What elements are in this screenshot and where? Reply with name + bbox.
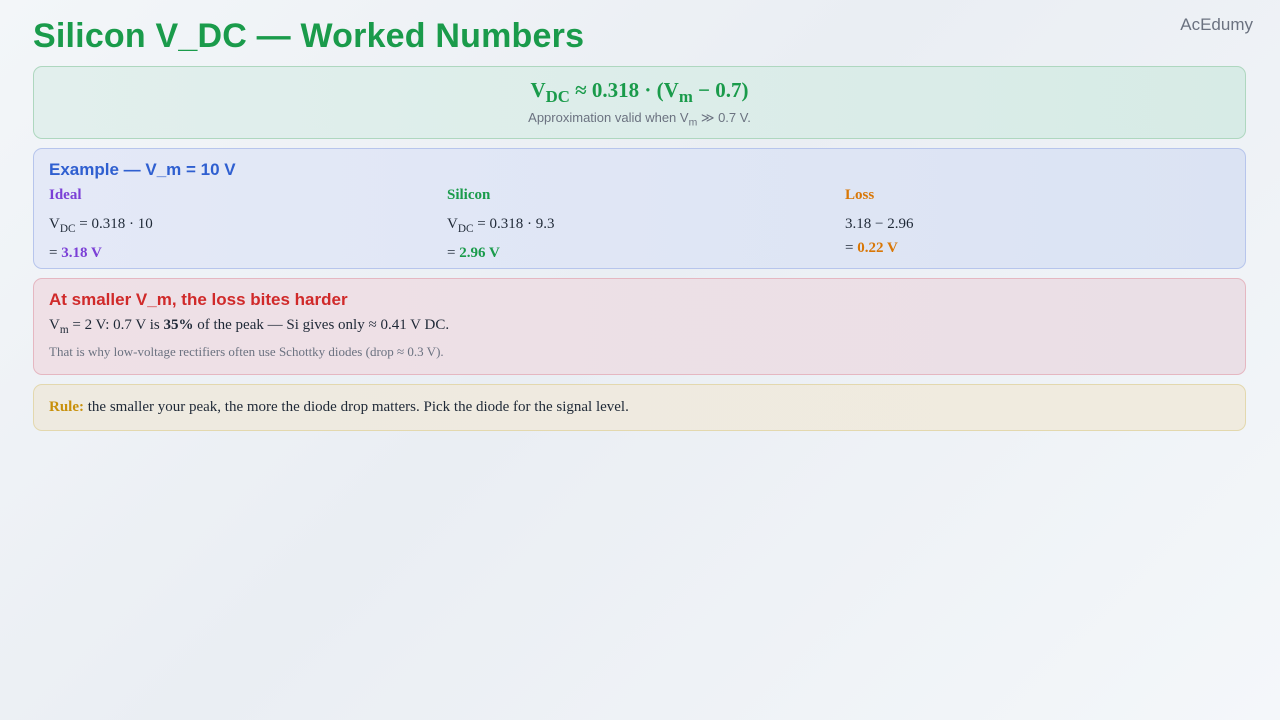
silicon-equation: VDC = 0.318 · 9.3 — [447, 212, 807, 241]
loss-eq-prefix: = — [845, 240, 858, 256]
warning-text-a: = 2 V: 0.7 V is — [68, 317, 164, 333]
ideal-v-sub: DC — [59, 223, 76, 235]
silicon-eq-prefix: = — [447, 245, 460, 261]
silicon-result: 2.96 V — [459, 245, 500, 261]
ideal-v: V — [49, 216, 60, 232]
warning-percent: 35% — [163, 317, 194, 333]
silicon-v-sub: DC — [457, 223, 474, 235]
warning-v-sub: m — [59, 324, 69, 336]
silicon-column: Silicon VDC = 0.318 · 9.3 = 2.96 V — [447, 187, 807, 265]
formula-note-pre: Approximation valid when V — [528, 110, 689, 126]
silicon-expr: = 0.318 · 9.3 — [473, 216, 555, 232]
warning-text: Vm = 2 V: 0.7 V is 35% of the peak — Si … — [49, 317, 449, 336]
formula-note-post: ≫ 0.7 V. — [697, 110, 751, 126]
formula-lhs: V — [530, 78, 546, 102]
formula: VDC ≈ 0.318 · (Vm − 0.7) — [34, 78, 1245, 107]
rule-label: Rule: — [49, 399, 84, 415]
ideal-expr: = 0.318 · 10 — [75, 216, 153, 232]
formula-rhs: − 0.7) — [692, 78, 749, 102]
loss-result-line: = 0.22 V — [845, 236, 1205, 260]
ideal-label: Ideal — [49, 187, 82, 203]
warning-heading: At smaller V_m, the loss bites harder — [49, 290, 348, 309]
ideal-column: Ideal VDC = 0.318 · 10 = 3.18 V — [49, 187, 409, 265]
silicon-v: V — [447, 216, 458, 232]
rule-body: the smaller your peak, the more the diod… — [84, 399, 629, 415]
rule-card: Rule: the smaller your peak, the more th… — [33, 384, 1246, 431]
formula-vm-sub: m — [678, 87, 693, 107]
warning-text-b: of the peak — Si gives only ≈ 0.41 V DC. — [193, 317, 450, 333]
brand-logo: AcEdumy — [1180, 15, 1253, 34]
formula-card: VDC ≈ 0.318 · (Vm − 0.7) Approximation v… — [33, 66, 1246, 139]
loss-column: Loss 3.18 − 2.96 = 0.22 V — [845, 187, 1205, 260]
ideal-eq-prefix: = — [49, 245, 62, 261]
example-heading: Example — V_m = 10 V — [49, 160, 236, 179]
rule-text: Rule: the smaller your peak, the more th… — [49, 399, 629, 416]
formula-lhs-sub: DC — [545, 87, 570, 107]
loss-label: Loss — [845, 187, 875, 203]
silicon-result-line: = 2.96 V — [447, 241, 807, 265]
page-title: Silicon V_DC — Worked Numbers — [33, 17, 585, 55]
ideal-result-line: = 3.18 V — [49, 241, 409, 265]
warning-v: V — [49, 317, 60, 333]
formula-note-sub: m — [688, 117, 698, 129]
example-card: Example — V_m = 10 V Ideal VDC = 0.318 ·… — [33, 148, 1246, 269]
loss-equation: 3.18 − 2.96 — [845, 216, 914, 232]
ideal-equation: VDC = 0.318 · 10 — [49, 212, 409, 241]
formula-note: Approximation valid when Vm ≫ 0.7 V. — [34, 110, 1245, 129]
warning-card: At smaller V_m, the loss bites harder Vm… — [33, 278, 1246, 375]
loss-result: 0.22 V — [857, 240, 898, 256]
warning-note: That is why low-voltage rectifiers often… — [49, 344, 444, 359]
formula-mid: ≈ 0.318 · (V — [569, 78, 679, 102]
ideal-result: 3.18 V — [61, 245, 102, 261]
silicon-label: Silicon — [447, 187, 491, 203]
